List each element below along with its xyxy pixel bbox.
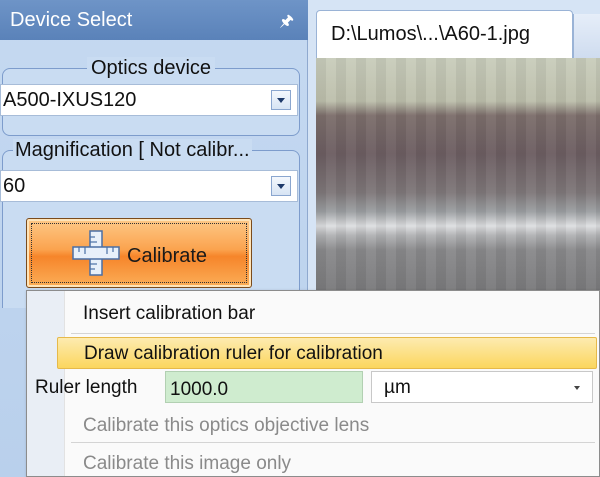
chevron-down-icon[interactable]: [271, 176, 291, 196]
menu-item-draw-calibration-ruler[interactable]: Draw calibration ruler for calibration: [57, 337, 597, 369]
document-tab[interactable]: D:\Lumos\...\A60-1.jpg: [316, 10, 573, 58]
menu-item-insert-calibration-bar[interactable]: Insert calibration bar: [83, 303, 255, 325]
calibration-menu: Insert calibration bar Draw calibration …: [26, 290, 600, 477]
calibrate-button[interactable]: Calibrate: [26, 218, 252, 288]
panel-title: Device Select: [10, 9, 133, 31]
menu-item-calibrate-lens[interactable]: Calibrate this optics objective lens: [83, 415, 369, 437]
menu-separator: [71, 442, 595, 443]
optics-device-dropdown[interactable]: A500-IXUS120: [0, 84, 298, 116]
optics-group-title: Optics device: [86, 57, 216, 79]
panel-header: Device Select 🖈︎: [0, 0, 308, 40]
magnification-group-title: Magnification [ Not calibr...: [13, 139, 252, 161]
tab-strip: [573, 14, 600, 58]
ruler-length-input[interactable]: [165, 371, 363, 403]
menu-item-draw-label: Draw calibration ruler for calibration: [84, 343, 383, 364]
calibrate-label: Calibrate: [127, 245, 208, 267]
magnification-dropdown[interactable]: 60: [0, 170, 298, 202]
pin-icon[interactable]: 🖈︎: [279, 10, 294, 37]
chevron-down-icon[interactable]: [574, 386, 580, 390]
chevron-down-icon[interactable]: [271, 90, 291, 110]
unit-dropdown[interactable]: µm: [371, 371, 593, 403]
menu-separator: [71, 333, 595, 334]
magnification-value: 60: [3, 175, 26, 197]
optics-device-value: A500-IXUS120: [3, 89, 137, 111]
document-tab-title: D:\Lumos\...\A60-1.jpg: [331, 23, 530, 45]
ruler-length-label: Ruler length: [35, 377, 138, 398]
menu-item-calibrate-image[interactable]: Calibrate this image only: [83, 453, 291, 475]
ruler-icon: [72, 230, 120, 276]
unit-value: µm: [384, 377, 411, 398]
image-view[interactable]: [316, 58, 600, 298]
